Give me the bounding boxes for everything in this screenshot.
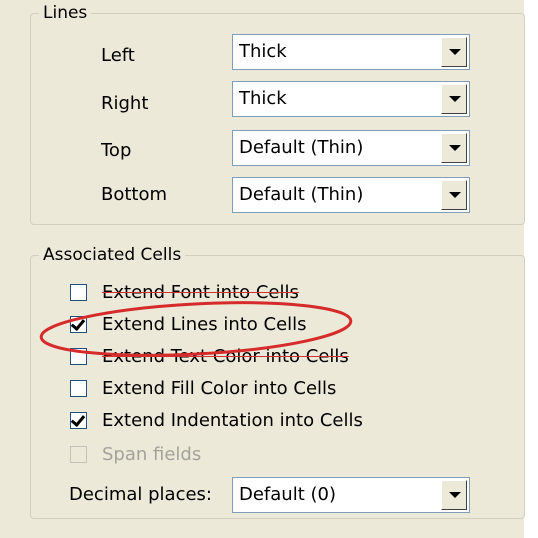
extend-fill-color-label: Extend Fill Color into Cells [102,378,337,399]
checkmark-icon [70,411,86,428]
span-fields-checkbox [70,446,87,463]
decimal-places-value: Default (0) [239,484,336,505]
checkmark-icon [70,315,86,332]
lines-group-title: Lines [39,3,92,23]
extend-text-color-checkbox[interactable] [70,348,87,365]
chevron-down-icon [449,49,461,55]
dialog-panel: Lines Left Thick Right Thick Top Default… [0,0,538,538]
decimal-places-label: Decimal places: [69,484,212,505]
extend-indentation-checkbox[interactable] [70,411,87,429]
bottom-line-value: Default (Thin) [239,184,364,205]
top-line-dropdown[interactable]: Default (Thin) [232,130,470,166]
decimal-places-dropdown-arrow[interactable] [441,480,467,510]
left-line-dropdown-arrow[interactable] [441,37,467,67]
span-fields-label: Span fields [102,444,202,465]
left-line-value: Thick [239,41,287,62]
bottom-line-dropdown-arrow[interactable] [441,180,467,210]
left-label: Left [101,45,135,66]
top-label: Top [101,140,132,161]
top-line-value: Default (Thin) [239,137,364,158]
right-line-dropdown[interactable]: Thick [232,81,470,117]
extend-lines-checkbox[interactable] [70,315,87,333]
right-line-dropdown-arrow[interactable] [441,84,467,114]
left-line-dropdown[interactable]: Thick [232,34,470,70]
extend-lines-label: Extend Lines into Cells [102,314,307,335]
chevron-down-icon [449,145,461,151]
associated-cells-title: Associated Cells [39,245,186,265]
extend-font-label: Extend Font into Cells [102,282,299,303]
decimal-places-dropdown[interactable]: Default (0) [232,477,470,513]
right-line-value: Thick [239,88,287,109]
chevron-down-icon [449,492,461,498]
extend-font-checkbox[interactable] [70,284,87,301]
chevron-down-icon [449,96,461,102]
extend-text-color-label: Extend Text Color into Cells [102,346,349,367]
extend-fill-color-checkbox[interactable] [70,380,87,397]
right-label: Right [101,93,149,114]
extend-indentation-label: Extend Indentation into Cells [102,410,363,431]
bottom-line-dropdown[interactable]: Default (Thin) [232,177,470,213]
chevron-down-icon [449,192,461,198]
top-line-dropdown-arrow[interactable] [441,133,467,163]
window-edge [524,0,538,538]
bottom-label: Bottom [101,184,168,205]
